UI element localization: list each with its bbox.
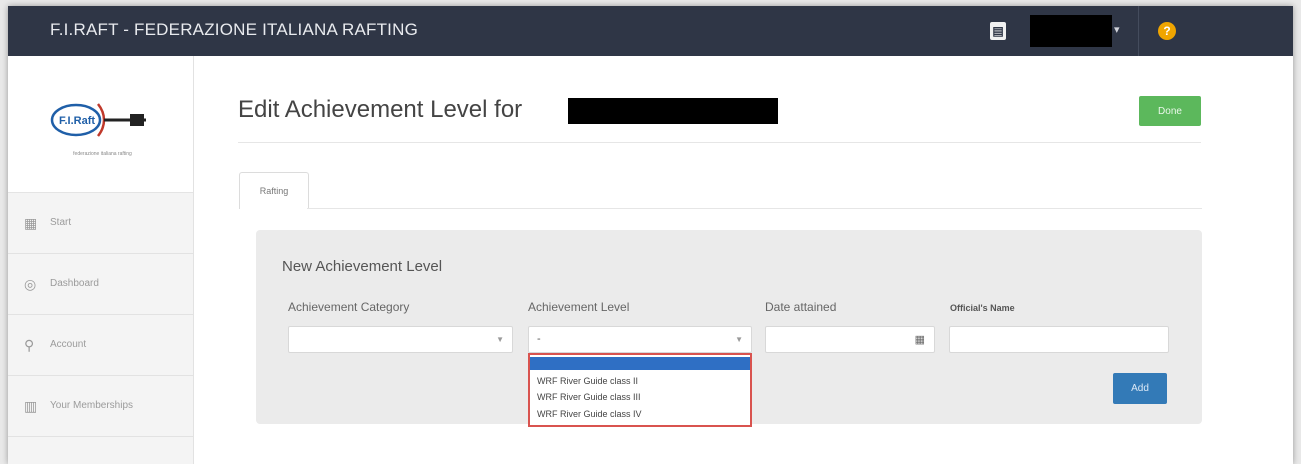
official-name-input[interactable] bbox=[949, 326, 1169, 353]
account-icon: ⚲ bbox=[24, 337, 35, 353]
level-value: - bbox=[537, 333, 541, 345]
level-label: Achievement Level bbox=[528, 300, 630, 314]
app-window: F.I.RAFT - FEDERAZIONE ITALIANA RAFTING … bbox=[8, 6, 1293, 464]
chevron-down-icon: ▼ bbox=[496, 335, 504, 344]
official-label: Official's Name bbox=[950, 303, 1015, 313]
sidebar: F.I.Raft federazione italiana rafting ▦ … bbox=[8, 56, 194, 464]
calendar-icon[interactable]: ▦ bbox=[915, 333, 925, 346]
new-achievement-panel: New Achievement Level Achievement Catego… bbox=[256, 230, 1202, 427]
clipboard-icon[interactable]: ▤ bbox=[990, 22, 1006, 40]
user-menu-redacted[interactable] bbox=[1030, 15, 1112, 47]
sidebar-item-memberships[interactable]: ▥ Your Memberships bbox=[8, 376, 193, 437]
app-title: F.I.RAFT - FEDERAZIONE ITALIANA RAFTING bbox=[50, 20, 418, 39]
level-select[interactable]: - ▼ bbox=[528, 326, 752, 353]
sidebar-item-label: Start bbox=[50, 217, 72, 228]
logo-area: F.I.Raft federazione italiana rafting bbox=[8, 56, 193, 193]
tab-rafting[interactable]: Rafting bbox=[239, 172, 309, 209]
memberships-icon: ▥ bbox=[24, 398, 38, 414]
panel-title: New Achievement Level bbox=[282, 258, 443, 275]
main-content: Edit Achievement Level for Done Rafting … bbox=[193, 56, 1293, 464]
level-dropdown-list: WRF River Guide class II WRF River Guide… bbox=[528, 353, 752, 427]
add-button[interactable]: Add bbox=[1113, 373, 1167, 404]
sidebar-item-dashboard[interactable]: ◎ Dashboard bbox=[8, 254, 193, 315]
chevron-down-icon[interactable]: ▾ bbox=[1114, 23, 1120, 36]
sidebar-item-account[interactable]: ⚲ Account bbox=[8, 315, 193, 376]
top-navbar: F.I.RAFT - FEDERAZIONE ITALIANA RAFTING … bbox=[8, 6, 1293, 56]
sidebar-item-label: Account bbox=[50, 339, 87, 350]
category-label: Achievement Category bbox=[288, 300, 410, 314]
navbar-divider bbox=[1138, 6, 1139, 56]
page-title: Edit Achievement Level for bbox=[238, 96, 523, 123]
sidebar-item-label: Your Memberships bbox=[50, 400, 134, 411]
date-attained-input[interactable]: ▦ bbox=[765, 326, 935, 353]
help-icon[interactable]: ? bbox=[1158, 22, 1176, 40]
dashboard-icon: ◎ bbox=[24, 276, 37, 292]
member-name-redacted bbox=[568, 98, 778, 124]
done-button[interactable]: Done bbox=[1139, 96, 1201, 126]
chevron-down-icon: ▼ bbox=[735, 335, 743, 344]
logo-caption: federazione italiana rafting bbox=[73, 151, 132, 157]
sidebar-item-start[interactable]: ▦ Start bbox=[8, 193, 193, 254]
logo-icon: F.I.Raft bbox=[50, 103, 146, 137]
dropdown-option[interactable]: WRF River Guide class IV bbox=[530, 408, 750, 421]
dropdown-option[interactable] bbox=[530, 357, 750, 370]
sidebar-item-label: Dashboard bbox=[50, 278, 99, 289]
start-icon: ▦ bbox=[24, 215, 38, 231]
date-label: Date attained bbox=[765, 300, 837, 314]
title-divider bbox=[238, 142, 1201, 143]
logo-text: F.I.Raft bbox=[59, 115, 95, 127]
tab-underline bbox=[307, 208, 1202, 209]
dropdown-option[interactable]: WRF River Guide class III bbox=[530, 391, 750, 404]
category-select[interactable]: ▼ bbox=[288, 326, 513, 353]
dropdown-option[interactable]: WRF River Guide class II bbox=[530, 375, 750, 388]
